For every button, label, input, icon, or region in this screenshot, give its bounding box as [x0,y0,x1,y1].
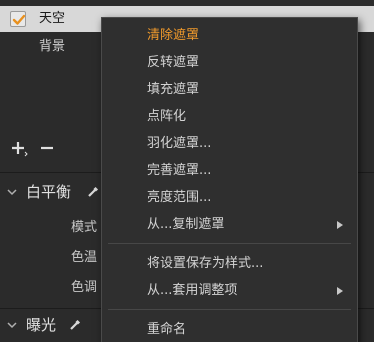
menu-item-rename[interactable]: 重命名 [102,316,357,342]
mask-label-sky: 天空 [39,11,66,26]
menu-item-rasterize[interactable]: 点阵化 [102,103,357,130]
exposure-title: 曝光 [26,316,57,334]
menu-item-feather-mask[interactable]: 羽化遮罩... [102,130,357,157]
chevron-down-icon [7,189,17,196]
menu-separator [108,243,351,244]
white-balance-header[interactable]: 白平衡 [0,181,110,203]
menu-item-apply-adjustments-from[interactable]: 从...套用调整项 [102,277,357,304]
menu-item-label: 点阵化 [147,109,187,124]
submenu-arrow-icon [337,287,343,295]
submenu-arrow-icon [337,221,343,229]
menu-item-label: 反转遮罩 [147,55,200,70]
white-balance-title: 白平衡 [26,183,72,201]
wb-tint-label: 色调 [71,280,98,295]
menu-item-fill-mask[interactable]: 填充遮罩 [102,76,357,103]
eyedropper-icon[interactable] [68,318,82,332]
exposure-header[interactable]: 曝光 [0,314,110,336]
menu-item-label: 重命名 [147,322,187,337]
eyedropper-icon[interactable] [86,185,100,199]
wb-temperature-label: 色温 [71,250,98,265]
mask-visible-checkbox[interactable] [10,11,26,27]
menu-item-refine-mask[interactable]: 完善遮罩... [102,157,357,184]
menu-item-label: 从...复制遮罩 [147,217,225,232]
checkmark-icon [12,14,26,25]
mask-context-menu: 清除遮罩 反转遮罩 填充遮罩 点阵化 羽化遮罩... 完善遮罩... 亮度范围.… [101,17,358,342]
menu-item-copy-mask-from[interactable]: 从...复制遮罩 [102,211,357,238]
menu-item-label: 从...套用调整项 [147,283,238,298]
wb-mode-label: 模式 [71,220,98,235]
menu-item-clear-mask[interactable]: 清除遮罩 [102,22,357,49]
menu-item-label: 填充遮罩 [147,82,200,97]
minus-icon [41,146,53,150]
menu-item-save-as-style[interactable]: 将设置保存为样式... [102,250,357,277]
chevron-down-icon [7,322,17,329]
plus-icon [12,142,28,157]
menu-separator [108,309,351,310]
mask-label-background[interactable]: 背景 [39,39,65,55]
menu-item-label: 羽化遮罩... [147,136,212,151]
menu-item-label: 完善遮罩... [147,163,212,178]
menu-item-luma-range[interactable]: 亮度范围... [102,184,357,211]
remove-mask-button[interactable] [39,140,55,156]
add-mask-button[interactable] [10,140,28,157]
adjustment-panel: 天空 背景 白平衡 模式 色温 色调 曝光 清除遮罩 反转遮罩 填充遮罩 点阵化… [0,0,374,342]
menu-item-label: 亮度范围... [147,190,212,205]
menu-item-label: 将设置保存为样式... [147,256,264,271]
menu-item-label: 清除遮罩 [147,28,200,43]
menu-item-invert-mask[interactable]: 反转遮罩 [102,49,357,76]
